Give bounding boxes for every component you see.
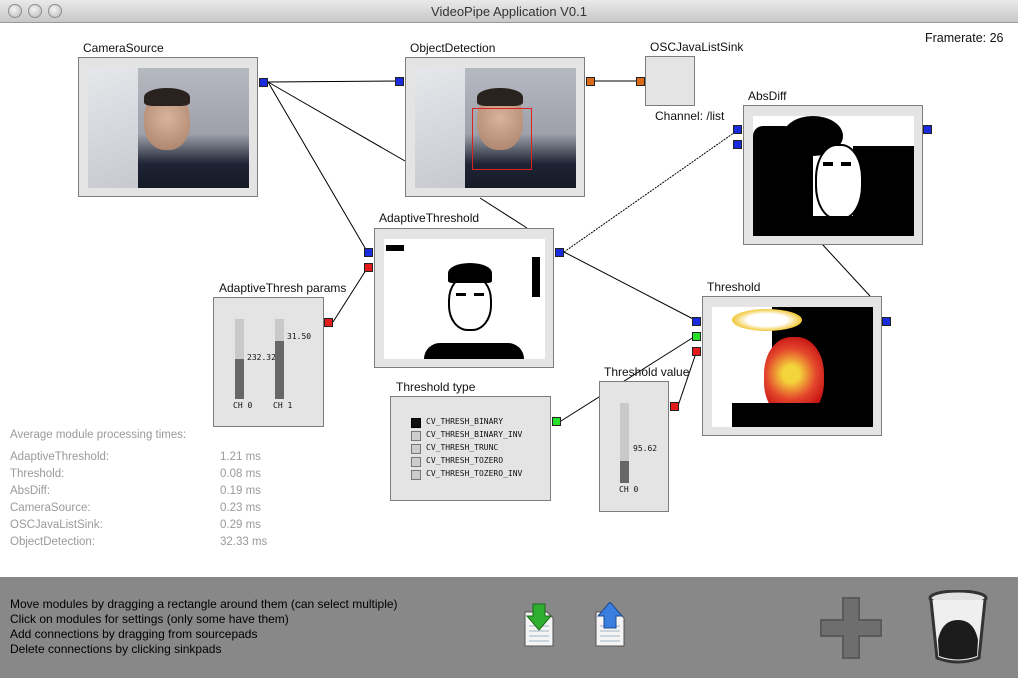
threshold-out-pad[interactable] <box>882 317 891 326</box>
object-detection-module[interactable] <box>405 57 585 197</box>
threshold-value-pad[interactable] <box>692 347 701 356</box>
stats-heading: Average module processing times: <box>10 429 187 441</box>
absdiff-module[interactable] <box>743 105 923 245</box>
module-label: Threshold value <box>604 365 690 379</box>
help-line: Add connections by dragging from sourcep… <box>10 627 258 641</box>
detection-box <box>472 108 532 170</box>
ch1-value: 31.50 <box>287 332 312 341</box>
export-icon[interactable] <box>592 601 628 653</box>
ch0-slider[interactable] <box>235 319 244 399</box>
threshold-type-checkbox[interactable] <box>411 470 421 480</box>
absdiff-in-pad-2[interactable] <box>733 140 742 149</box>
stats-module-name: ObjectDetection: <box>10 536 96 548</box>
stats-module-time: 0.19 ms <box>220 485 261 497</box>
bottom-toolbar: Move modules by dragging a rectangle aro… <box>0 577 1018 678</box>
connection-wire <box>267 81 369 254</box>
detection-preview <box>415 68 576 188</box>
window-title: VideoPipe Application V0.1 <box>431 4 587 19</box>
module-label: OSCJavaListSink <box>650 40 744 54</box>
threshold-module[interactable] <box>702 296 882 436</box>
absdiff-preview <box>753 116 914 236</box>
stats-module-name: AdaptiveThreshold: <box>10 451 110 463</box>
threshold-type-checkbox[interactable] <box>411 444 421 454</box>
threshold-type-label: CV_THRESH_TRUNC <box>426 443 499 452</box>
threshold-slider-fill <box>620 461 629 483</box>
stats-module-time: 0.08 ms <box>220 468 261 480</box>
threshold-value-module[interactable]: 95.62 CH 0 <box>599 381 669 512</box>
connection-wire <box>267 81 406 162</box>
help-text: Move modules by dragging a rectangle aro… <box>10 597 398 657</box>
ch1-slider-fill <box>275 341 284 399</box>
threshold-type-checkbox[interactable] <box>411 457 421 467</box>
threshold-type-checkbox[interactable] <box>411 418 421 428</box>
trash-icon[interactable] <box>928 589 988 671</box>
pipeline-canvas[interactable]: Framerate: 26 CameraSource ObjectDetecti… <box>0 23 1018 577</box>
threshold-slider-value: 95.62 <box>633 444 658 453</box>
module-label: Threshold <box>707 280 761 294</box>
title-bar: VideoPipe Application V0.1 <box>0 0 1018 23</box>
help-line: Move modules by dragging a rectangle aro… <box>10 597 398 611</box>
absdiff-out-pad[interactable] <box>923 125 932 134</box>
connection-wire <box>563 251 698 322</box>
plus-icon[interactable] <box>819 596 883 665</box>
threshold-type-label: CV_THRESH_TOZERO <box>426 456 504 465</box>
adaptive-params-module[interactable]: 232.32 CH 0 31.50 CH 1 <box>213 297 324 427</box>
stats-module-time: 0.23 ms <box>220 502 261 514</box>
threshold-type-module[interactable]: CV_THRESH_BINARY CV_THRESH_BINARY_INV CV_T… <box>390 396 551 501</box>
threshold-slider[interactable] <box>620 403 629 483</box>
module-label: CameraSource <box>83 41 164 55</box>
module-label: AdaptiveThresh params <box>219 281 347 295</box>
ch0-value: 232.32 <box>247 353 276 362</box>
stats-module-name: CameraSource: <box>10 502 91 514</box>
osc-channel-label: Channel: /list <box>655 109 725 123</box>
stats-module-time: 1.21 ms <box>220 451 261 463</box>
object-detection-out-pad[interactable] <box>586 77 595 86</box>
stats-module-time: 32.33 ms <box>220 536 268 548</box>
stats-module-name: AbsDiff: <box>10 485 51 497</box>
stats-module-time: 0.29 ms <box>220 519 261 531</box>
threshold-type-pad[interactable] <box>692 332 701 341</box>
threshold-value-out-pad[interactable] <box>670 402 679 411</box>
connection-wire <box>821 243 871 297</box>
ch0-slider-fill <box>235 359 244 399</box>
connection-wire <box>267 80 401 83</box>
threshold-type-label: CV_THRESH_BINARY_INV <box>426 430 523 439</box>
ch1-slider[interactable] <box>275 319 284 399</box>
adaptive-threshold-in-pad[interactable] <box>364 248 373 257</box>
threshold-type-label: CV_THRESH_BINARY <box>426 417 504 426</box>
threshold-type-out-pad[interactable] <box>552 417 561 426</box>
connection-wire <box>479 197 528 229</box>
connection-wire <box>563 129 739 253</box>
adaptive-threshold-module[interactable] <box>374 228 554 368</box>
stats-module-name: OSCJavaListSink: <box>10 519 103 531</box>
threshold-slider-label: CH 0 <box>619 485 639 494</box>
absdiff-in-pad-1[interactable] <box>733 125 742 134</box>
module-label: Threshold type <box>396 380 476 394</box>
framerate-readout: Framerate: 26 <box>925 31 1004 45</box>
threshold-in-pad[interactable] <box>692 317 701 326</box>
ch1-label: CH 1 <box>273 401 293 410</box>
module-label: ObjectDetection <box>410 41 496 55</box>
adaptive-params-out-pad[interactable] <box>324 318 333 327</box>
threshold-preview <box>712 307 873 427</box>
ch0-label: CH 0 <box>233 401 253 410</box>
module-label: AdaptiveThreshold <box>379 211 480 225</box>
osc-sink-module[interactable] <box>645 56 695 106</box>
camera-source-out-pad[interactable] <box>259 78 268 87</box>
adaptive-threshold-preview <box>384 239 545 359</box>
import-icon[interactable] <box>521 602 557 653</box>
adaptive-threshold-out-pad[interactable] <box>555 248 564 257</box>
camera-preview <box>88 68 249 188</box>
help-line: Click on modules for settings (only some… <box>10 612 289 626</box>
help-line: Delete connections by clicking sinkpads <box>10 642 222 656</box>
module-label: AbsDiff <box>748 89 787 103</box>
threshold-type-checkbox[interactable] <box>411 431 421 441</box>
object-detection-in-pad[interactable] <box>395 77 404 86</box>
threshold-type-label: CV_THRESH_TOZERO_INV <box>426 469 523 478</box>
osc-sink-in-pad[interactable] <box>636 77 645 86</box>
camera-source-module[interactable] <box>78 57 258 197</box>
adaptive-threshold-param-pad[interactable] <box>364 263 373 272</box>
stats-module-name: Threshold: <box>10 468 65 480</box>
